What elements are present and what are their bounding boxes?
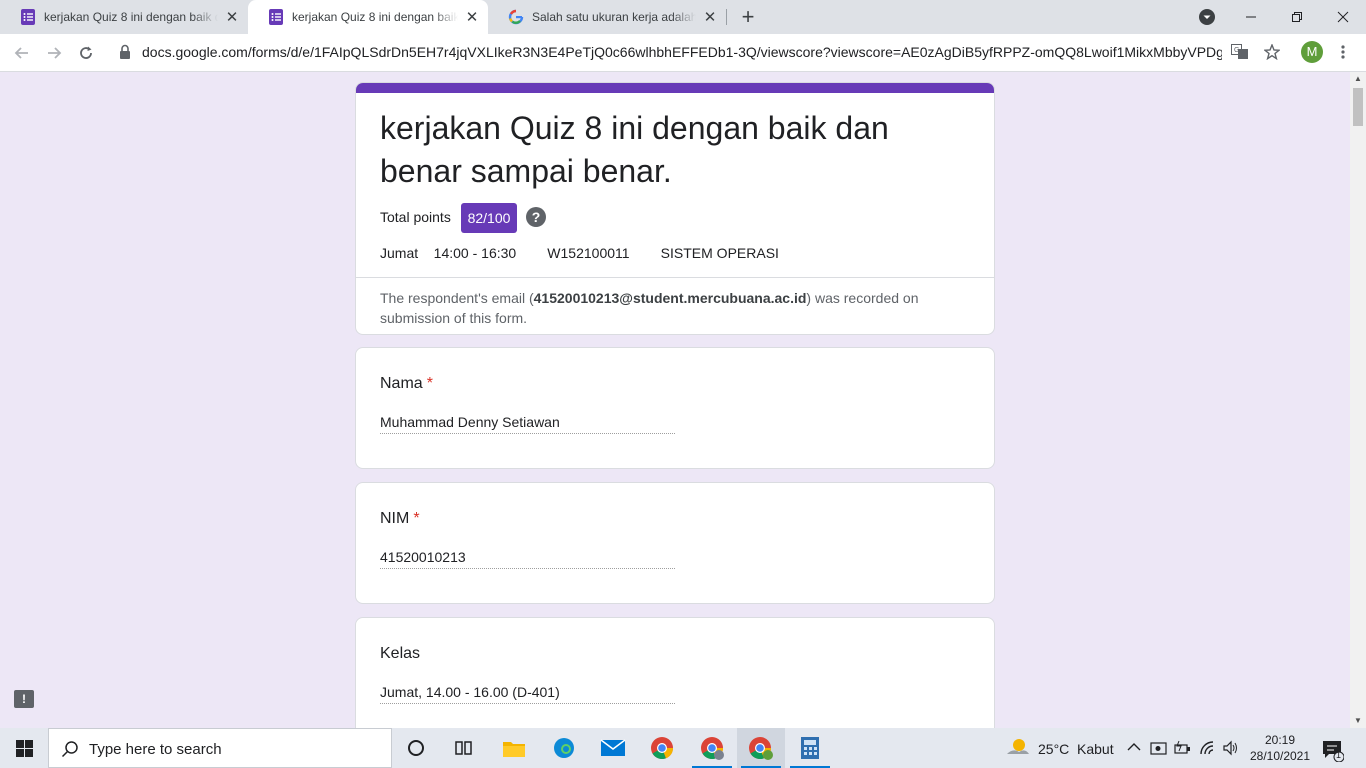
- answer-text: Jumat, 14.00 - 16.00 (D-401): [380, 684, 675, 704]
- url-text[interactable]: docs.google.com/forms/d/e/1FAIpQLSdrDn5E…: [142, 44, 1222, 60]
- divider: [356, 277, 994, 278]
- report-feedback-icon[interactable]: !: [14, 690, 34, 708]
- scroll-down-arrow-icon[interactable]: ▼: [1350, 714, 1366, 728]
- google-icon: [508, 9, 524, 25]
- form-title: kerjakan Quiz 8 ini dengan baik dan bena…: [380, 110, 889, 189]
- close-tab-icon[interactable]: ✕: [464, 8, 480, 26]
- notification-count: 1: [1336, 750, 1342, 760]
- svg-text:G: G: [1234, 47, 1239, 54]
- tab-google-search[interactable]: Salah satu ukuran kerja adalah banyaknya…: [488, 0, 726, 34]
- close-tab-icon[interactable]: ✕: [224, 8, 240, 26]
- weather-temperature[interactable]: 25°C: [1038, 741, 1069, 757]
- tab-quiz-1[interactable]: kerjakan Quiz 8 ini dengan baik dan bena…: [0, 0, 248, 34]
- windows-start-icon[interactable]: [16, 740, 33, 757]
- chevron-up-icon[interactable]: [1127, 742, 1141, 752]
- lock-icon[interactable]: [119, 44, 131, 60]
- mail-icon[interactable]: [589, 728, 637, 768]
- tab-separator: [726, 9, 727, 25]
- wifi-icon[interactable]: [1199, 740, 1217, 756]
- task-view-icon[interactable]: [440, 728, 488, 768]
- weather-description[interactable]: Kabut: [1077, 741, 1114, 757]
- forward-button[interactable]: [42, 41, 66, 65]
- question-title: NIM *: [380, 510, 420, 527]
- question-card-nim: NIM * 41520010213: [355, 482, 995, 604]
- close-window-button[interactable]: [1320, 0, 1366, 34]
- form-page: kerjakan Quiz 8 ini dengan baik dan bena…: [0, 72, 1350, 728]
- windows-taskbar: Type here to search 25°C Kabut 20:19 28/1…: [0, 728, 1366, 768]
- google-forms-icon: [21, 9, 35, 25]
- email-recorded-note: The respondent's email (41520010213@stud…: [380, 290, 919, 326]
- respondent-email: 41520010213@student.mercubuana.ac.id: [533, 290, 807, 306]
- form-description: Jumat 14:00 - 16:30 W152100011 SISTEM OP…: [380, 245, 779, 261]
- help-icon[interactable]: ?: [526, 207, 546, 227]
- search-placeholder: Type here to search: [89, 741, 222, 758]
- search-icon: [61, 741, 78, 758]
- tab-quiz-2[interactable]: kerjakan Quiz 8 ini dengan baik dan bena…: [248, 0, 488, 34]
- cortana-icon[interactable]: [392, 728, 440, 768]
- header-accent-band: [356, 83, 994, 93]
- volume-icon[interactable]: [1222, 740, 1240, 756]
- question-card-kelas: Kelas Jumat, 14.00 - 16.00 (D-401): [355, 617, 995, 728]
- answer-text: Muhammad Denny Setiawan: [380, 414, 675, 434]
- minimize-button[interactable]: [1228, 0, 1274, 34]
- restore-button[interactable]: [1274, 0, 1320, 34]
- reload-button[interactable]: [74, 41, 98, 65]
- file-explorer-icon[interactable]: [490, 728, 538, 768]
- required-asterisk: *: [413, 510, 420, 527]
- chrome-icon[interactable]: [638, 728, 686, 768]
- tab-strip: kerjakan Quiz 8 ini dengan baik dan bena…: [0, 0, 1366, 34]
- page-scrollbar[interactable]: ▲ ▼: [1350, 72, 1366, 728]
- battery-power-icon[interactable]: [1174, 740, 1192, 756]
- bookmark-star-icon[interactable]: [1264, 44, 1280, 60]
- calculator-icon[interactable]: [786, 728, 834, 768]
- required-asterisk: *: [426, 375, 433, 392]
- system-clock[interactable]: 20:19 28/10/2021: [1240, 732, 1320, 764]
- tab-title: Salah satu ukuran kerja adalah banyaknya: [532, 10, 696, 24]
- back-button[interactable]: [10, 41, 34, 65]
- scroll-thumb[interactable]: [1353, 88, 1363, 126]
- question-title: Nama *: [380, 375, 433, 392]
- chrome-active-window-icon[interactable]: [737, 728, 785, 768]
- edge-icon[interactable]: [540, 728, 588, 768]
- question-card-nama: Nama * Muhammad Denny Setiawan: [355, 347, 995, 469]
- google-forms-icon: [269, 9, 283, 25]
- close-tab-icon[interactable]: ✕: [702, 8, 718, 26]
- translate-icon[interactable]: G: [1231, 44, 1249, 60]
- chrome-profile-icon[interactable]: [688, 728, 736, 768]
- total-points-label: Total points: [380, 209, 451, 225]
- weather-icon[interactable]: [1005, 736, 1031, 760]
- tab-title: kerjakan Quiz 8 ini dengan baik dan bena…: [292, 10, 458, 24]
- clock-time: 20:19: [1264, 733, 1296, 747]
- clock-date: 28/10/2021: [1249, 749, 1311, 763]
- question-title: Kelas: [380, 645, 421, 662]
- more-menu-icon[interactable]: [1339, 44, 1347, 60]
- profile-avatar[interactable]: M: [1301, 41, 1323, 63]
- form-header-card: kerjakan Quiz 8 ini dengan baik dan bena…: [355, 82, 995, 335]
- tab-search-icon[interactable]: [1199, 9, 1215, 25]
- tab-title: kerjakan Quiz 8 ini dengan baik dan bena…: [44, 10, 218, 24]
- new-tab-button[interactable]: +: [736, 5, 760, 29]
- score-badge: 82/100: [461, 203, 517, 233]
- meet-now-icon[interactable]: [1150, 740, 1168, 756]
- scroll-up-arrow-icon[interactable]: ▲: [1350, 72, 1366, 86]
- answer-text: 41520010213: [380, 549, 675, 569]
- taskbar-search-box[interactable]: Type here to search: [48, 728, 392, 768]
